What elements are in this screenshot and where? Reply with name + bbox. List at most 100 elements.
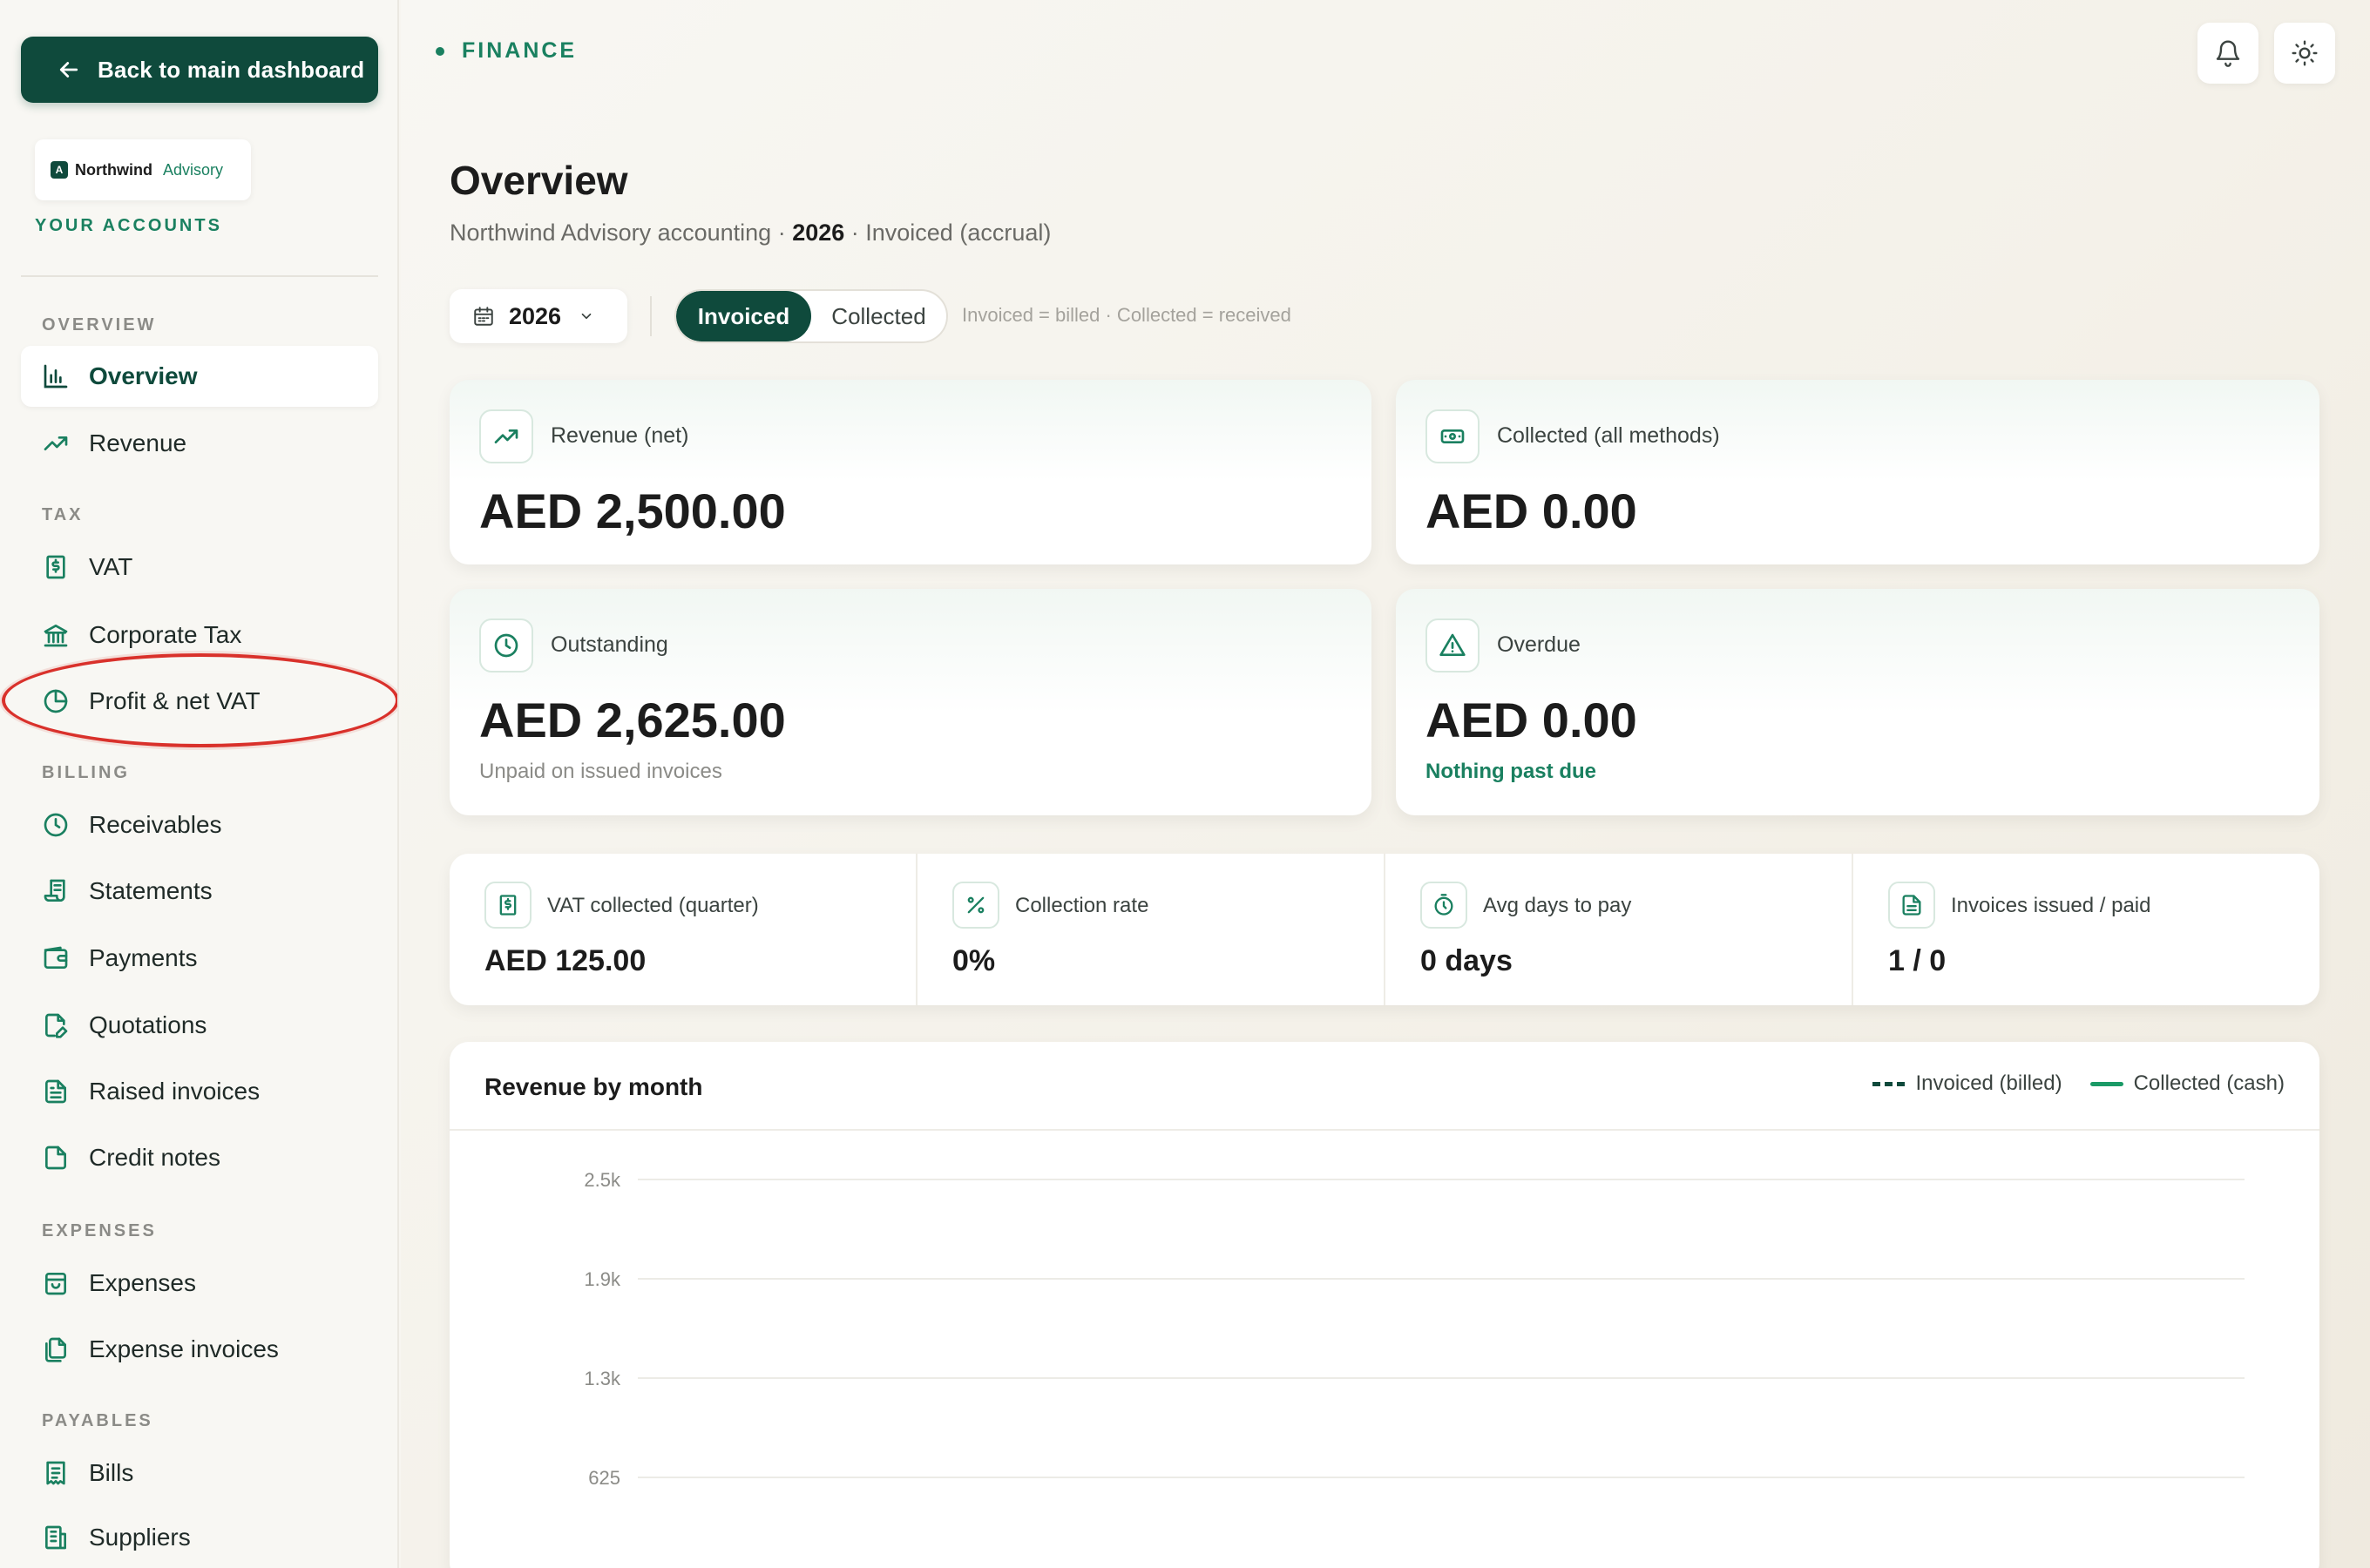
stat-icon-box xyxy=(1888,882,1935,929)
main-content: FINANCE Overview Northwind Advisory acco… xyxy=(401,0,2370,1568)
sidebar-item-label: Expense invoices xyxy=(89,1335,279,1362)
theme-toggle-button[interactable] xyxy=(2274,23,2335,84)
stat-label: Invoices issued / paid xyxy=(1951,894,2151,917)
your-accounts-link[interactable]: YOUR ACCOUNTS xyxy=(35,216,222,236)
sun-icon xyxy=(2292,40,2318,66)
breadcrumb-label: FINANCE xyxy=(462,38,578,63)
section-label-payables: PAYABLES xyxy=(42,1411,153,1430)
sidebar-item-raised-invoices[interactable]: Raised invoices xyxy=(21,1061,378,1122)
alert-triangle-icon xyxy=(1439,633,1466,656)
chart-title: Revenue by month xyxy=(484,1073,703,1100)
breadcrumb: FINANCE xyxy=(436,38,577,64)
sidebar-item-suppliers[interactable]: Suppliers xyxy=(21,1507,378,1568)
sidebar-item-label: Statements xyxy=(89,877,213,904)
sidebar-item-label: Payments xyxy=(89,944,198,971)
legend-swatch-solid xyxy=(2089,1081,2123,1086)
sidebar-item-corporate-tax[interactable]: Corporate Tax xyxy=(21,605,378,666)
kpi-value: AED 0.00 xyxy=(1425,693,1637,747)
sidebar-item-vat[interactable]: VAT xyxy=(21,537,378,598)
file-text-icon xyxy=(45,1079,66,1104)
chevron-down-icon xyxy=(581,313,592,320)
subtitle-year: 2026 xyxy=(792,220,845,246)
kpi-label: Outstanding xyxy=(551,632,668,657)
stat-value: 1 / 0 xyxy=(1888,944,1947,977)
breadcrumb-dot-icon xyxy=(436,46,444,56)
sidebar-item-payments[interactable]: Payments xyxy=(21,928,378,989)
toggle-hint: Invoiced = billed · Collected = received xyxy=(962,304,1291,326)
sidebar-item-label: Suppliers xyxy=(89,1524,191,1551)
revenue-chart-card: Revenue by month Invoiced (billed) Colle… xyxy=(450,1042,2319,1568)
legend-swatch-dashed xyxy=(1872,1081,1906,1086)
sidebar-item-bills[interactable]: Bills xyxy=(21,1443,378,1504)
bar-chart-icon xyxy=(44,364,68,389)
arrow-left-icon xyxy=(59,62,78,78)
subtitle-suffix: · Invoiced (accrual) xyxy=(844,220,1052,246)
sidebar-item-receivables[interactable]: Receivables xyxy=(21,794,378,855)
sidebar-item-overview[interactable]: Overview xyxy=(21,346,378,407)
shopping-bag-icon xyxy=(45,1273,66,1295)
sidebar-item-expense-invoices[interactable]: Expense invoices xyxy=(21,1319,378,1380)
sidebar-item-label: Revenue xyxy=(89,429,187,456)
logo-sub: Advisory xyxy=(162,160,224,179)
logo-name: Northwind xyxy=(75,160,152,179)
chart-plot: 2.5k 1.9k 1.3k 625 xyxy=(584,1169,2245,1489)
sidebar-item-label: Receivables xyxy=(89,811,222,838)
kpi-card-outstanding: Outstanding AED 2,625.00 Unpaid on issue… xyxy=(450,589,1371,815)
legend-item-collected[interactable]: Collected (cash) xyxy=(2089,1071,2285,1096)
logo-mark-icon: A xyxy=(51,161,68,179)
kpi-icon-box xyxy=(1425,618,1480,672)
sidebar-item-credit-notes[interactable]: Credit notes xyxy=(21,1127,378,1188)
y-tick-label: 2.5k xyxy=(584,1169,621,1191)
section-label-tax: TAX xyxy=(42,505,84,524)
sidebar-item-quotations[interactable]: Quotations xyxy=(21,995,378,1056)
stat-icon-box xyxy=(484,882,532,929)
sidebar-item-expenses[interactable]: Expenses xyxy=(21,1253,378,1314)
wallet-icon xyxy=(44,946,68,969)
page-title: Overview xyxy=(450,158,628,203)
legend-item-invoiced[interactable]: Invoiced (billed) xyxy=(1872,1071,2062,1096)
sidebar-item-statements[interactable]: Statements xyxy=(21,861,378,922)
sidebar-item-label: Raised invoices xyxy=(89,1078,261,1105)
kpi-label: Collected (all methods) xyxy=(1497,423,1720,448)
sidebar: Back to main dashboard A Northwind Advis… xyxy=(0,0,399,1568)
toggle-invoiced[interactable]: Invoiced xyxy=(676,291,811,341)
trending-up-icon xyxy=(44,436,68,450)
stat-collection-rate: Collection rate 0% xyxy=(918,854,1385,1005)
sidebar-item-label: VAT xyxy=(89,553,133,580)
sidebar-item-profit-net-vat[interactable]: Profit & net VAT xyxy=(21,671,378,732)
receipt-icon xyxy=(46,1461,65,1485)
banknote-icon xyxy=(1440,429,1465,443)
back-to-dashboard-button[interactable]: Back to main dashboard xyxy=(21,37,378,103)
filter-divider xyxy=(650,296,652,336)
receipt-dollar-icon xyxy=(499,895,517,916)
legend-label: Invoiced (billed) xyxy=(1915,1071,2062,1095)
kpi-icon-box xyxy=(479,409,533,463)
kpi-card-overdue: Overdue AED 0.00 Nothing past due xyxy=(1396,589,2319,815)
timer-icon xyxy=(1434,894,1453,916)
year-select[interactable]: 2026 xyxy=(450,289,627,343)
notifications-button[interactable] xyxy=(2197,23,2258,84)
account-logo[interactable]: A Northwind Advisory xyxy=(35,139,251,200)
stats-row: VAT collected (quarter) AED 125.00 Colle… xyxy=(450,854,2319,1005)
kpi-label: Overdue xyxy=(1497,632,1581,657)
sidebar-item-revenue[interactable]: Revenue xyxy=(21,413,378,474)
subtitle-prefix: Northwind Advisory accounting · xyxy=(450,220,793,246)
stat-icon-box xyxy=(1420,882,1467,929)
file-edit-icon xyxy=(45,1013,68,1038)
sidebar-divider xyxy=(21,275,378,277)
section-label-overview: OVERVIEW xyxy=(42,315,157,335)
calendar-icon xyxy=(474,307,493,326)
bell-icon xyxy=(2216,40,2240,67)
toggle-collected[interactable]: Collected xyxy=(811,291,946,341)
stat-icon-box xyxy=(952,882,999,929)
building-icon xyxy=(45,1525,66,1550)
kpi-value: AED 0.00 xyxy=(1425,483,1637,538)
clock-icon xyxy=(494,633,518,658)
kpi-value: AED 2,500.00 xyxy=(479,483,786,538)
section-label-expenses: EXPENSES xyxy=(42,1221,157,1240)
sidebar-item-label: Credit notes xyxy=(89,1144,220,1171)
stat-value: 0% xyxy=(952,944,996,977)
stat-value: AED 125.00 xyxy=(484,944,647,977)
legend-label: Collected (cash) xyxy=(2133,1071,2285,1095)
y-tick-label: 1.3k xyxy=(584,1368,621,1389)
